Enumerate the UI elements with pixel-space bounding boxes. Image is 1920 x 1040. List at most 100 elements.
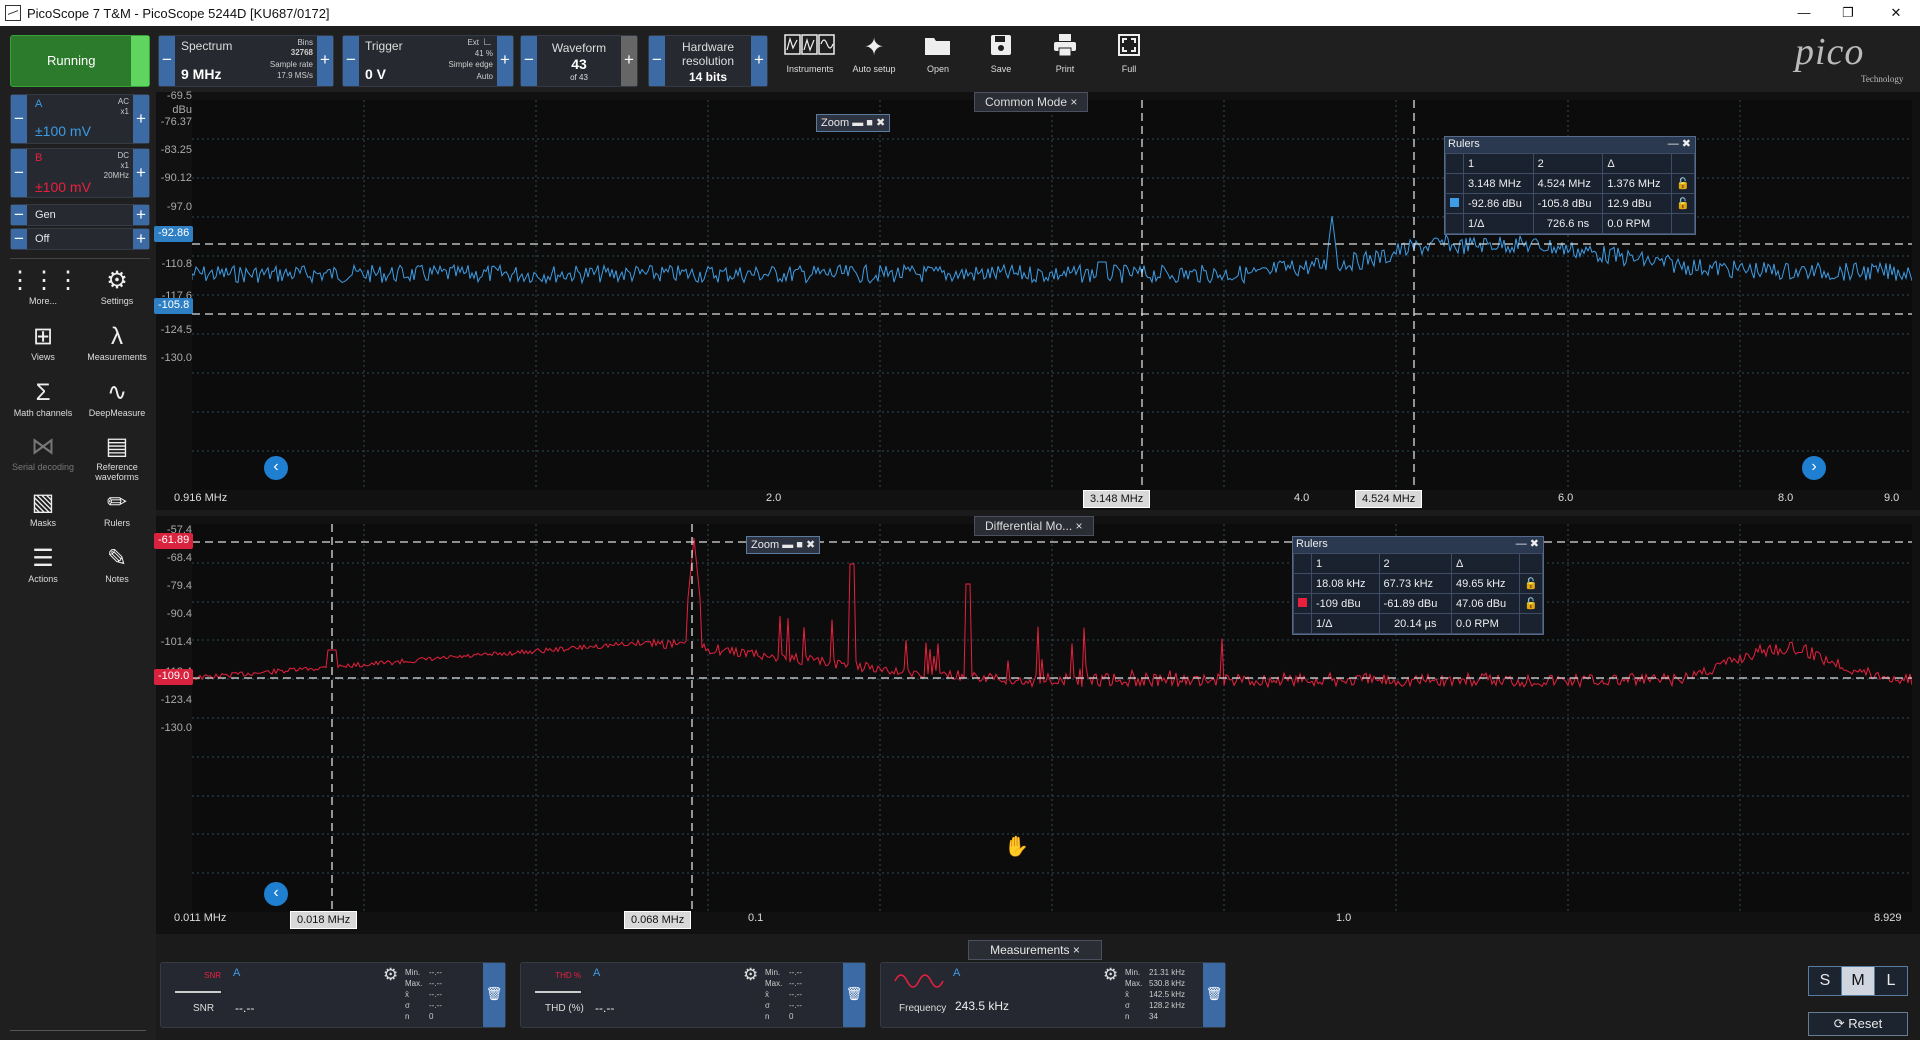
size-m-button[interactable]: M [1841, 966, 1875, 996]
differential-mode-view[interactable]: -57.4-68.4-79.4-90.4-101.4-112.4-123.4-1… [154, 516, 1920, 934]
save-icon [971, 32, 1031, 64]
x-axis-label: 8.929 [1874, 912, 1902, 924]
reset-button[interactable]: ⟳ Reset [1808, 1012, 1908, 1036]
waveform-previous-button[interactable]: − [521, 36, 537, 86]
y-axis-label: -124.5 [160, 324, 192, 336]
generator-control[interactable]: − Gen + [10, 204, 150, 226]
open-label: Open [926, 64, 950, 74]
auto-setup-button[interactable]: ✦ Auto setup [844, 32, 904, 88]
ruler-2-level-tag[interactable]: -109.0 [154, 669, 194, 685]
resolution-decrease-button[interactable]: − [649, 36, 665, 86]
gen-decrease-button[interactable]: − [11, 205, 27, 225]
frequency-channel: A [953, 967, 961, 979]
picoscope-app-icon [5, 5, 21, 21]
delete-measurement-button[interactable]: 🗑 [483, 963, 505, 1027]
lock-icon: 🔓 [1519, 593, 1543, 614]
trigger-decrease-button[interactable]: − [343, 36, 359, 86]
ruler-2-level-tag[interactable]: -105.8 [154, 298, 194, 314]
channel-a-range: ±100 mV [35, 123, 91, 139]
measurement-thd[interactable]: THD % A THD (%) --.-- ⚙ Min. Max. x̄ σ n --.… [520, 962, 866, 1028]
trigger-increase-button[interactable]: + [497, 36, 513, 86]
math-channels-button[interactable]: Σ Math channels [8, 378, 78, 418]
common-mode-view[interactable]: -69.5dBu-76.37-83.25-90.12-97.0-103.9-11… [154, 90, 1920, 510]
off-increase-button[interactable]: + [133, 229, 149, 249]
rulers-panel[interactable]: Rulers — ✖ 12Δ 3.148 MHz 4.524 MHz 1.376 MH… [1444, 136, 1696, 235]
minimize-button[interactable]: — [1784, 0, 1824, 26]
gen-increase-button[interactable]: + [133, 205, 149, 225]
waveform-control[interactable]: − Waveform 43 of 43 + [520, 35, 638, 87]
channel-b-increase-button[interactable]: + [133, 149, 149, 197]
channel-b-decrease-button[interactable]: − [11, 149, 27, 197]
save-label: Save [990, 64, 1012, 74]
gear-icon[interactable]: ⚙ [1103, 965, 1118, 985]
y-axis-label: -110.8 [161, 258, 192, 270]
rulers-title: Rulers [1296, 538, 1328, 550]
differential-mode-title[interactable]: Differential Mo... × [974, 516, 1094, 536]
channel-b-control[interactable]: − B DC x1 20MHz ±100 mV + [10, 148, 150, 198]
restore-icon: ■ [796, 539, 803, 551]
thd-value: --.-- [595, 1001, 615, 1015]
print-icon [1035, 32, 1095, 64]
hardware-resolution-control[interactable]: − Hardware resolution 14 bits + [648, 35, 768, 87]
channel-a-decrease-button[interactable]: − [11, 95, 27, 143]
x-axis-label: 0.1 [748, 912, 764, 924]
channel-a-control[interactable]: − A AC x1 ±100 mV + [10, 94, 150, 144]
settings-button[interactable]: ⚙ Settings [82, 266, 152, 306]
restore-button[interactable]: ❐ [1828, 0, 1868, 26]
x-axis-label: 8.0 [1778, 492, 1794, 504]
ruler-2-freq-tag[interactable]: 4.524 MHz [1355, 490, 1423, 508]
rulers-panel[interactable]: Rulers — ✖ 12Δ 18.08 kHz 67.73 kHz 49.65 kH… [1292, 536, 1544, 635]
masks-button[interactable]: ▧ Masks [8, 488, 78, 528]
trigger-value: 0 V [365, 66, 387, 82]
trigger-control[interactable]: − Trigger 0 V Ext ∟ 41 % Simple edge Aut… [342, 35, 514, 87]
resolution-label: resolution [681, 54, 735, 68]
views-button[interactable]: ⊞ Views [8, 322, 78, 362]
off-control[interactable]: − Off + [10, 228, 150, 250]
run-stop-button[interactable]: Running [10, 35, 150, 87]
spectrum-increase-button[interactable]: + [317, 36, 333, 86]
instruments-button[interactable]: Instruments [780, 32, 840, 88]
zoom-overview[interactable]: Zoom ▬ ■ ✖ [746, 536, 821, 554]
common-mode-title[interactable]: Common Mode × [974, 92, 1089, 112]
main-toolbar: Running − Spectrum 9 MHz Bins 32768 Samp… [0, 26, 1920, 92]
measurements-button[interactable]: λ Measurements [82, 322, 152, 362]
off-decrease-button[interactable]: − [11, 229, 27, 249]
measurement-frequency[interactable]: A Frequency 243.5 kHz ⚙ Min. Max. x̄ σ n 21.… [880, 962, 1226, 1028]
close-window-button[interactable]: ✕ [1876, 0, 1916, 26]
ruler-1-freq-tag[interactable]: 3.148 MHz [1083, 490, 1151, 508]
size-l-button[interactable]: L [1874, 966, 1908, 996]
scroll-right-button[interactable]: › [1802, 456, 1826, 480]
gear-icon[interactable]: ⚙ [743, 965, 758, 985]
print-button[interactable]: Print [1035, 32, 1095, 88]
spectrum-control[interactable]: − Spectrum 9 MHz Bins 32768 Sample rate … [158, 35, 334, 87]
notes-button[interactable]: ✎ Notes [82, 544, 152, 584]
actions-button[interactable]: ☰ Actions [8, 544, 78, 584]
trigger-percent: 41 % [474, 49, 493, 58]
rulers-button[interactable]: ✏ Rulers [82, 488, 152, 528]
channel-a-increase-button[interactable]: + [133, 95, 149, 143]
reference-waveforms-button[interactable]: ▤ Reference waveforms [82, 432, 152, 482]
resolution-increase-button[interactable]: + [751, 36, 767, 86]
zoom-overview[interactable]: Zoom ▬ ■ ✖ [816, 114, 891, 132]
delete-measurement-button[interactable]: 🗑 [1203, 963, 1225, 1027]
save-button[interactable]: Save [971, 32, 1031, 88]
ruler-1-level-tag[interactable]: -92.86 [154, 226, 194, 242]
ruler-2-freq-tag[interactable]: 0.068 MHz [624, 911, 692, 929]
full-screen-button[interactable]: Full [1099, 32, 1159, 88]
ruler-1-level-tag[interactable]: -61.89 [154, 533, 194, 549]
measurement-snr[interactable]: SNR A SNR --.-- ⚙ Min. Max. x̄ σ n --.-- --.-… [160, 962, 506, 1028]
spectrum-decrease-button[interactable]: − [159, 36, 175, 86]
deepmeasure-button[interactable]: ∿ DeepMeasure [82, 378, 152, 418]
scroll-left-button[interactable]: ‹ [264, 456, 288, 480]
open-button[interactable]: Open [908, 32, 968, 88]
size-s-button[interactable]: S [1808, 966, 1842, 996]
serial-decoding-button[interactable]: ⋈ Serial decoding [8, 432, 78, 472]
waveform-next-button[interactable]: + [621, 36, 637, 86]
snr-stat-labels: Min. Max. x̄ σ n [405, 968, 423, 1021]
gear-icon[interactable]: ⚙ [383, 965, 398, 985]
delete-measurement-button[interactable]: 🗑 [843, 963, 865, 1027]
more-button[interactable]: ⋮⋮⋮ More... [8, 266, 80, 306]
scroll-left-button[interactable]: ‹ [264, 882, 288, 906]
measurements-title[interactable]: Measurements × [968, 940, 1102, 960]
ruler-1-freq-tag[interactable]: 0.018 MHz [290, 911, 358, 929]
